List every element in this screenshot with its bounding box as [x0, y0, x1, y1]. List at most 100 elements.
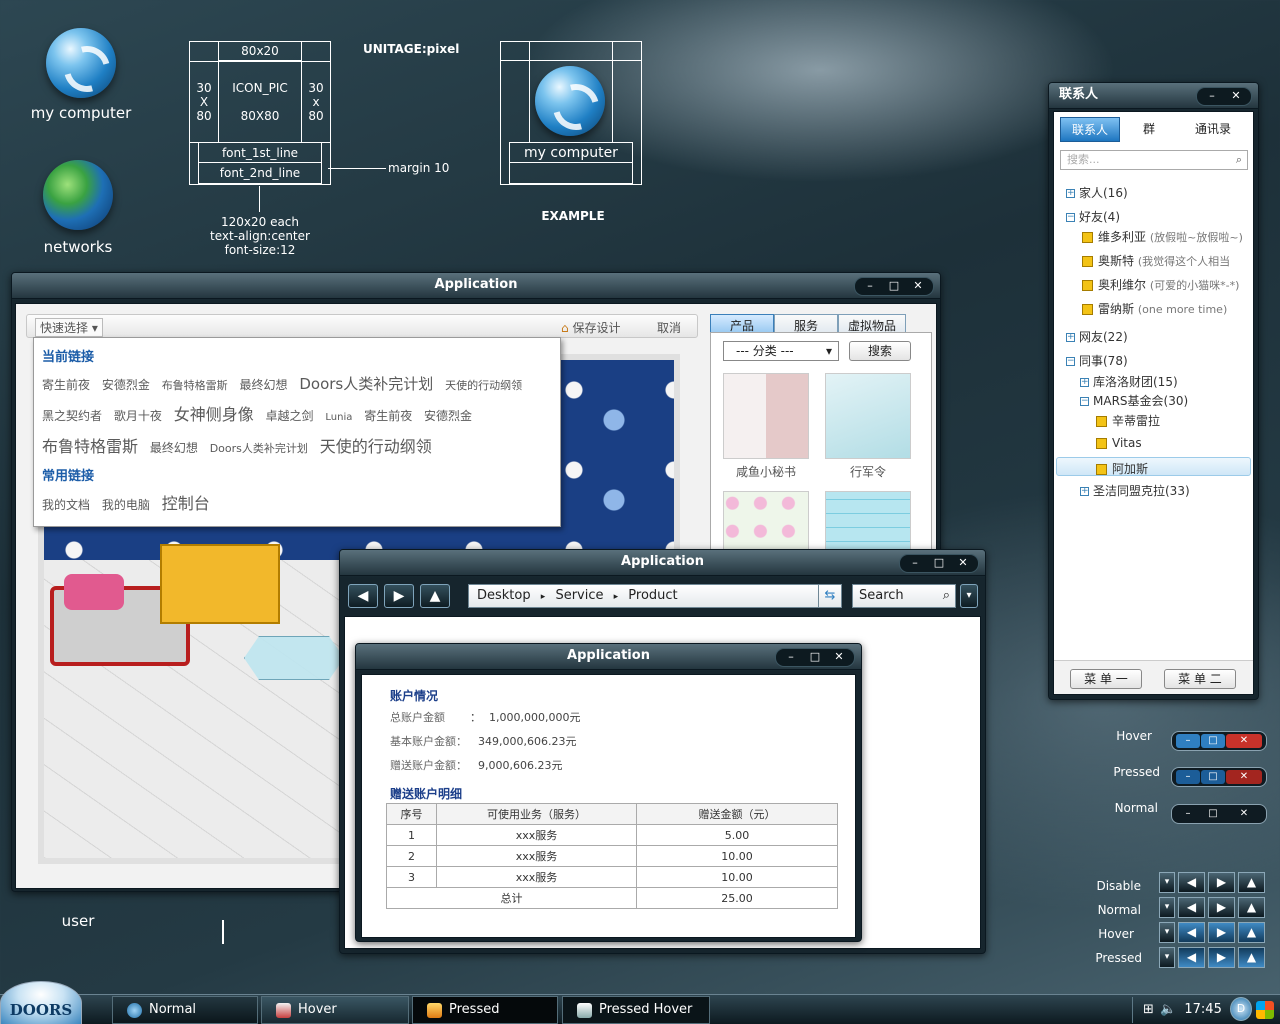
- link[interactable]: 布鲁特格雷斯: [42, 432, 138, 461]
- forward-button[interactable]: ▶: [1208, 872, 1235, 893]
- contact-item[interactable]: 雷纳斯 (one more time): [1082, 300, 1227, 317]
- forward-button[interactable]: ▶: [384, 584, 414, 608]
- minimize-button[interactable]: –: [1176, 734, 1200, 748]
- link[interactable]: 天使的行动纲领: [445, 371, 522, 400]
- link[interactable]: 寄生前夜: [364, 402, 412, 431]
- close-button[interactable]: ✕: [828, 650, 850, 665]
- link[interactable]: 最终幻想: [240, 371, 288, 400]
- maximize-button[interactable]: □: [1201, 807, 1225, 821]
- minimize-button[interactable]: –: [1176, 807, 1200, 821]
- dropdown-button[interactable]: ▾: [1159, 897, 1175, 918]
- taskbar-button-pressed-hover[interactable]: Pressed Hover: [562, 996, 710, 1024]
- close-button[interactable]: ✕: [952, 556, 974, 571]
- close-button[interactable]: ✕: [907, 279, 929, 294]
- save-design-button[interactable]: ⌂ 保存设计: [561, 319, 620, 336]
- back-button[interactable]: ◀: [1178, 872, 1205, 893]
- subgroup-3[interactable]: + 圣洁同盟克拉(33): [1080, 482, 1190, 499]
- dresser[interactable]: [160, 544, 280, 624]
- link[interactable]: Doors人类补完计划: [210, 434, 308, 463]
- volume-icon[interactable]: 🔈: [1160, 1002, 1176, 1017]
- taskbar-button-hover[interactable]: Hover: [261, 996, 409, 1024]
- minimize-button[interactable]: –: [780, 650, 802, 665]
- maximize-button[interactable]: □: [883, 279, 905, 294]
- minimize-button[interactable]: –: [859, 279, 881, 294]
- link[interactable]: Doors人类补完计划: [299, 370, 433, 399]
- contact-item[interactable]: 维多利亚 (放假啦~放假啦~): [1082, 228, 1243, 245]
- maximize-button[interactable]: □: [928, 556, 950, 571]
- link[interactable]: 寄生前夜: [42, 371, 90, 400]
- forward-button[interactable]: ▶: [1208, 897, 1235, 918]
- breadcrumb-desktop[interactable]: Desktop: [477, 588, 531, 603]
- close-button[interactable]: ✕: [1226, 807, 1262, 821]
- back-button[interactable]: ◀: [348, 584, 378, 608]
- subgroup-2[interactable]: − MARS基金会(30): [1080, 392, 1188, 409]
- dropdown-button[interactable]: ▾: [1159, 947, 1175, 968]
- link[interactable]: 卓越之剑: [266, 402, 314, 431]
- desktop-icon-networks[interactable]: networks: [18, 160, 138, 256]
- group-colleagues[interactable]: − 同事(78): [1066, 352, 1128, 369]
- link[interactable]: 天使的行动纲领: [320, 432, 432, 461]
- link[interactable]: 我的文档: [42, 491, 90, 520]
- group-netfriends[interactable]: + 网友(22): [1066, 328, 1128, 345]
- tab-contacts[interactable]: 联系人: [1060, 117, 1120, 142]
- subgroup-1[interactable]: + 库洛洛财团(15): [1080, 373, 1178, 390]
- link[interactable]: 最终幻想: [150, 434, 198, 463]
- contact-item[interactable]: 奥斯特 (我觉得这个人相当: [1082, 252, 1230, 269]
- link[interactable]: 歌月十夜: [114, 402, 162, 431]
- show-desktop-button[interactable]: D: [1230, 997, 1252, 1021]
- up-button[interactable]: ▲: [1238, 947, 1265, 968]
- dropdown-button[interactable]: ▾: [960, 584, 978, 608]
- dropdown-button[interactable]: ▾: [1159, 922, 1175, 943]
- contacts-search[interactable]: 搜索... ⌕: [1060, 150, 1248, 170]
- link[interactable]: 我的电脑: [102, 491, 150, 520]
- link[interactable]: 安德烈金: [424, 402, 472, 431]
- minimize-button[interactable]: –: [1176, 770, 1200, 784]
- category-select[interactable]: --- 分类 --- ▾: [723, 341, 839, 361]
- back-button[interactable]: ◀: [1178, 922, 1205, 943]
- minimize-button[interactable]: –: [1201, 89, 1223, 104]
- tab-groups[interactable]: 群: [1120, 117, 1178, 142]
- tab-address-book[interactable]: 通讯录: [1178, 117, 1248, 142]
- back-button[interactable]: ◀: [1178, 947, 1205, 968]
- contact-item[interactable]: 奥利维尔 (可爱的小猫咪*-*): [1082, 276, 1239, 293]
- link[interactable]: 控制台: [162, 489, 210, 518]
- forward-button[interactable]: ▶: [1208, 947, 1235, 968]
- close-button[interactable]: ✕: [1226, 770, 1262, 784]
- quick-select-dropdown[interactable]: 快速选择 ▾: [35, 318, 103, 337]
- maximize-button[interactable]: □: [1201, 770, 1225, 784]
- close-button[interactable]: ✕: [1225, 89, 1247, 104]
- maximize-button[interactable]: □: [804, 650, 826, 665]
- forward-button[interactable]: ▶: [1208, 922, 1235, 943]
- breadcrumb-product[interactable]: Product: [628, 588, 677, 603]
- refresh-button[interactable]: ⇆: [818, 584, 842, 608]
- link[interactable]: 女神侧身像: [174, 400, 254, 429]
- search-button[interactable]: 搜索: [849, 341, 911, 361]
- desktop-icon-user[interactable]: user: [18, 912, 138, 930]
- close-button[interactable]: ✕: [1226, 734, 1262, 748]
- link[interactable]: 安德烈金: [102, 371, 150, 400]
- dropdown-button[interactable]: ▾: [1159, 872, 1175, 893]
- link[interactable]: Lunia: [325, 403, 352, 432]
- up-button[interactable]: ▲: [420, 584, 450, 608]
- start-button[interactable]: DOORS: [0, 981, 82, 1024]
- taskbar-button-pressed[interactable]: Pressed: [412, 996, 558, 1024]
- up-button[interactable]: ▲: [1238, 872, 1265, 893]
- link[interactable]: 布鲁特格雷斯: [162, 371, 228, 400]
- desktop-icon-my-computer[interactable]: my computer: [21, 28, 141, 122]
- contact-item[interactable]: Vitas: [1096, 436, 1142, 450]
- product-thumb-1[interactable]: [723, 373, 809, 459]
- contact-item-selected[interactable]: 阿加斯: [1096, 460, 1148, 477]
- contact-item[interactable]: 辛蒂雷拉: [1096, 412, 1160, 429]
- search-field[interactable]: Search ⌕: [852, 584, 956, 608]
- group-friends[interactable]: − 好友(4): [1066, 208, 1120, 225]
- up-button[interactable]: ▲: [1238, 897, 1265, 918]
- table[interactable]: [244, 636, 344, 680]
- back-button[interactable]: ◀: [1178, 897, 1205, 918]
- taskbar-button-normal[interactable]: Normal: [112, 996, 258, 1024]
- windows-logo-icon[interactable]: [1256, 1001, 1274, 1019]
- breadcrumb-service[interactable]: Service: [555, 588, 603, 603]
- address-bar[interactable]: Desktop ▸ Service ▸ Product: [468, 584, 840, 608]
- clock[interactable]: 17:45: [1184, 1002, 1221, 1017]
- up-button[interactable]: ▲: [1238, 922, 1265, 943]
- menu-one-button[interactable]: 菜 单 一: [1070, 669, 1142, 689]
